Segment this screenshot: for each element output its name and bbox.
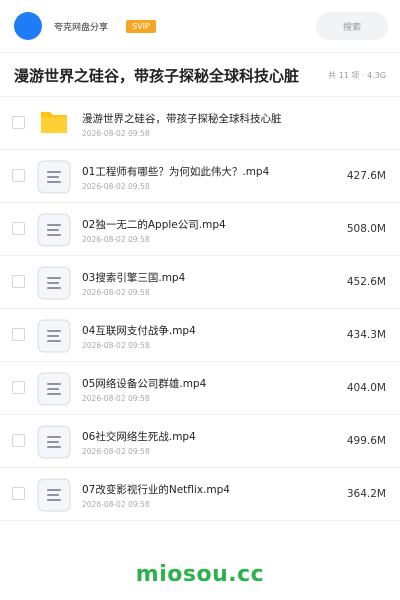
item-size: 364.2M [346, 488, 386, 500]
row-checkbox[interactable] [12, 169, 25, 182]
row-checkbox[interactable] [12, 487, 25, 500]
video-file-icon [37, 266, 71, 300]
folder-icon [41, 112, 67, 133]
row-checkbox[interactable] [12, 116, 25, 129]
item-name: 01工程师有哪些？为何如此伟大？.mp4 [82, 166, 270, 178]
item-name: 07改变影视行业的Netflix.mp4 [82, 484, 230, 496]
list-item[interactable]: 02独一无二的Apple公司.mp4 2026-08-02 09:58 508.… [0, 203, 400, 256]
item-name: 05网络设备公司群雄.mp4 [82, 378, 207, 390]
file-list: 漫游世界之硅谷，带孩子探秘全球科技心脏 2026-08-02 09:58 01工… [0, 97, 400, 521]
item-date: 2026-08-02 09:58 [82, 235, 150, 244]
video-file-icon [37, 372, 71, 406]
item-date: 2026-08-02 09:58 [82, 288, 150, 297]
item-name: 06社交网络生死战.mp4 [82, 431, 196, 443]
search-button[interactable]: 搜索 [316, 12, 388, 40]
video-file-icon [37, 478, 71, 512]
list-item[interactable]: 07改变影视行业的Netflix.mp4 2026-08-02 09:58 36… [0, 468, 400, 521]
item-size: 427.6M [346, 170, 386, 182]
top-bar: 夸克网盘分享 SVIP 搜索 [0, 0, 400, 52]
item-size: 452.6M [346, 276, 386, 288]
app-name: 夸克网盘分享 [54, 22, 109, 33]
row-checkbox[interactable] [12, 434, 25, 447]
item-date: 2026-08-02 09:58 [82, 182, 150, 191]
list-item[interactable]: 05网络设备公司群雄.mp4 2026-08-02 09:58 404.0M [0, 362, 400, 415]
item-size: 499.6M [346, 435, 386, 447]
list-item[interactable]: 01工程师有哪些？为何如此伟大？.mp4 2026-08-02 09:58 42… [0, 150, 400, 203]
list-item[interactable]: 03搜索引擎三国.mp4 2026-08-02 09:58 452.6M [0, 256, 400, 309]
page-title: 漫游世界之硅谷，带孩子探秘全球科技心脏 [14, 66, 300, 85]
video-file-icon [37, 425, 71, 459]
item-name: 04互联网支付战争.mp4 [82, 325, 196, 337]
share-meta: 共 11 项 · 4.3G [328, 70, 386, 80]
item-date: 2026-08-02 09:58 [82, 500, 150, 509]
item-date: 2026-08-02 09:58 [82, 341, 150, 350]
avatar[interactable] [14, 12, 42, 40]
video-file-icon [37, 213, 71, 247]
item-size: 508.0M [346, 223, 386, 235]
item-size: 434.3M [346, 329, 386, 341]
list-item[interactable]: 04互联网支付战争.mp4 2026-08-02 09:58 434.3M [0, 309, 400, 362]
row-checkbox[interactable] [12, 328, 25, 341]
list-item[interactable]: 06社交网络生死战.mp4 2026-08-02 09:58 499.6M [0, 415, 400, 468]
item-date: 2026-08-02 09:58 [82, 129, 150, 138]
row-checkbox[interactable] [12, 222, 25, 235]
item-date: 2026-08-02 09:58 [82, 394, 150, 403]
item-name: 漫游世界之硅谷，带孩子探秘全球科技心脏 [82, 113, 282, 125]
item-name: 02独一无二的Apple公司.mp4 [82, 219, 226, 231]
item-date: 2026-08-02 09:58 [82, 447, 150, 456]
row-checkbox[interactable] [12, 381, 25, 394]
row-checkbox[interactable] [12, 275, 25, 288]
svip-badge: SVIP [126, 19, 156, 33]
video-file-icon [37, 160, 71, 194]
list-item[interactable]: 漫游世界之硅谷，带孩子探秘全球科技心脏 2026-08-02 09:58 [0, 97, 400, 150]
item-size: 404.0M [346, 382, 386, 394]
brand-watermark: miosou.cc [135, 562, 265, 587]
item-name: 03搜索引擎三国.mp4 [82, 272, 186, 284]
share-title-row: 漫游世界之硅谷，带孩子探秘全球科技心脏 共 11 项 · 4.3G [0, 53, 400, 97]
video-file-icon [37, 319, 71, 353]
